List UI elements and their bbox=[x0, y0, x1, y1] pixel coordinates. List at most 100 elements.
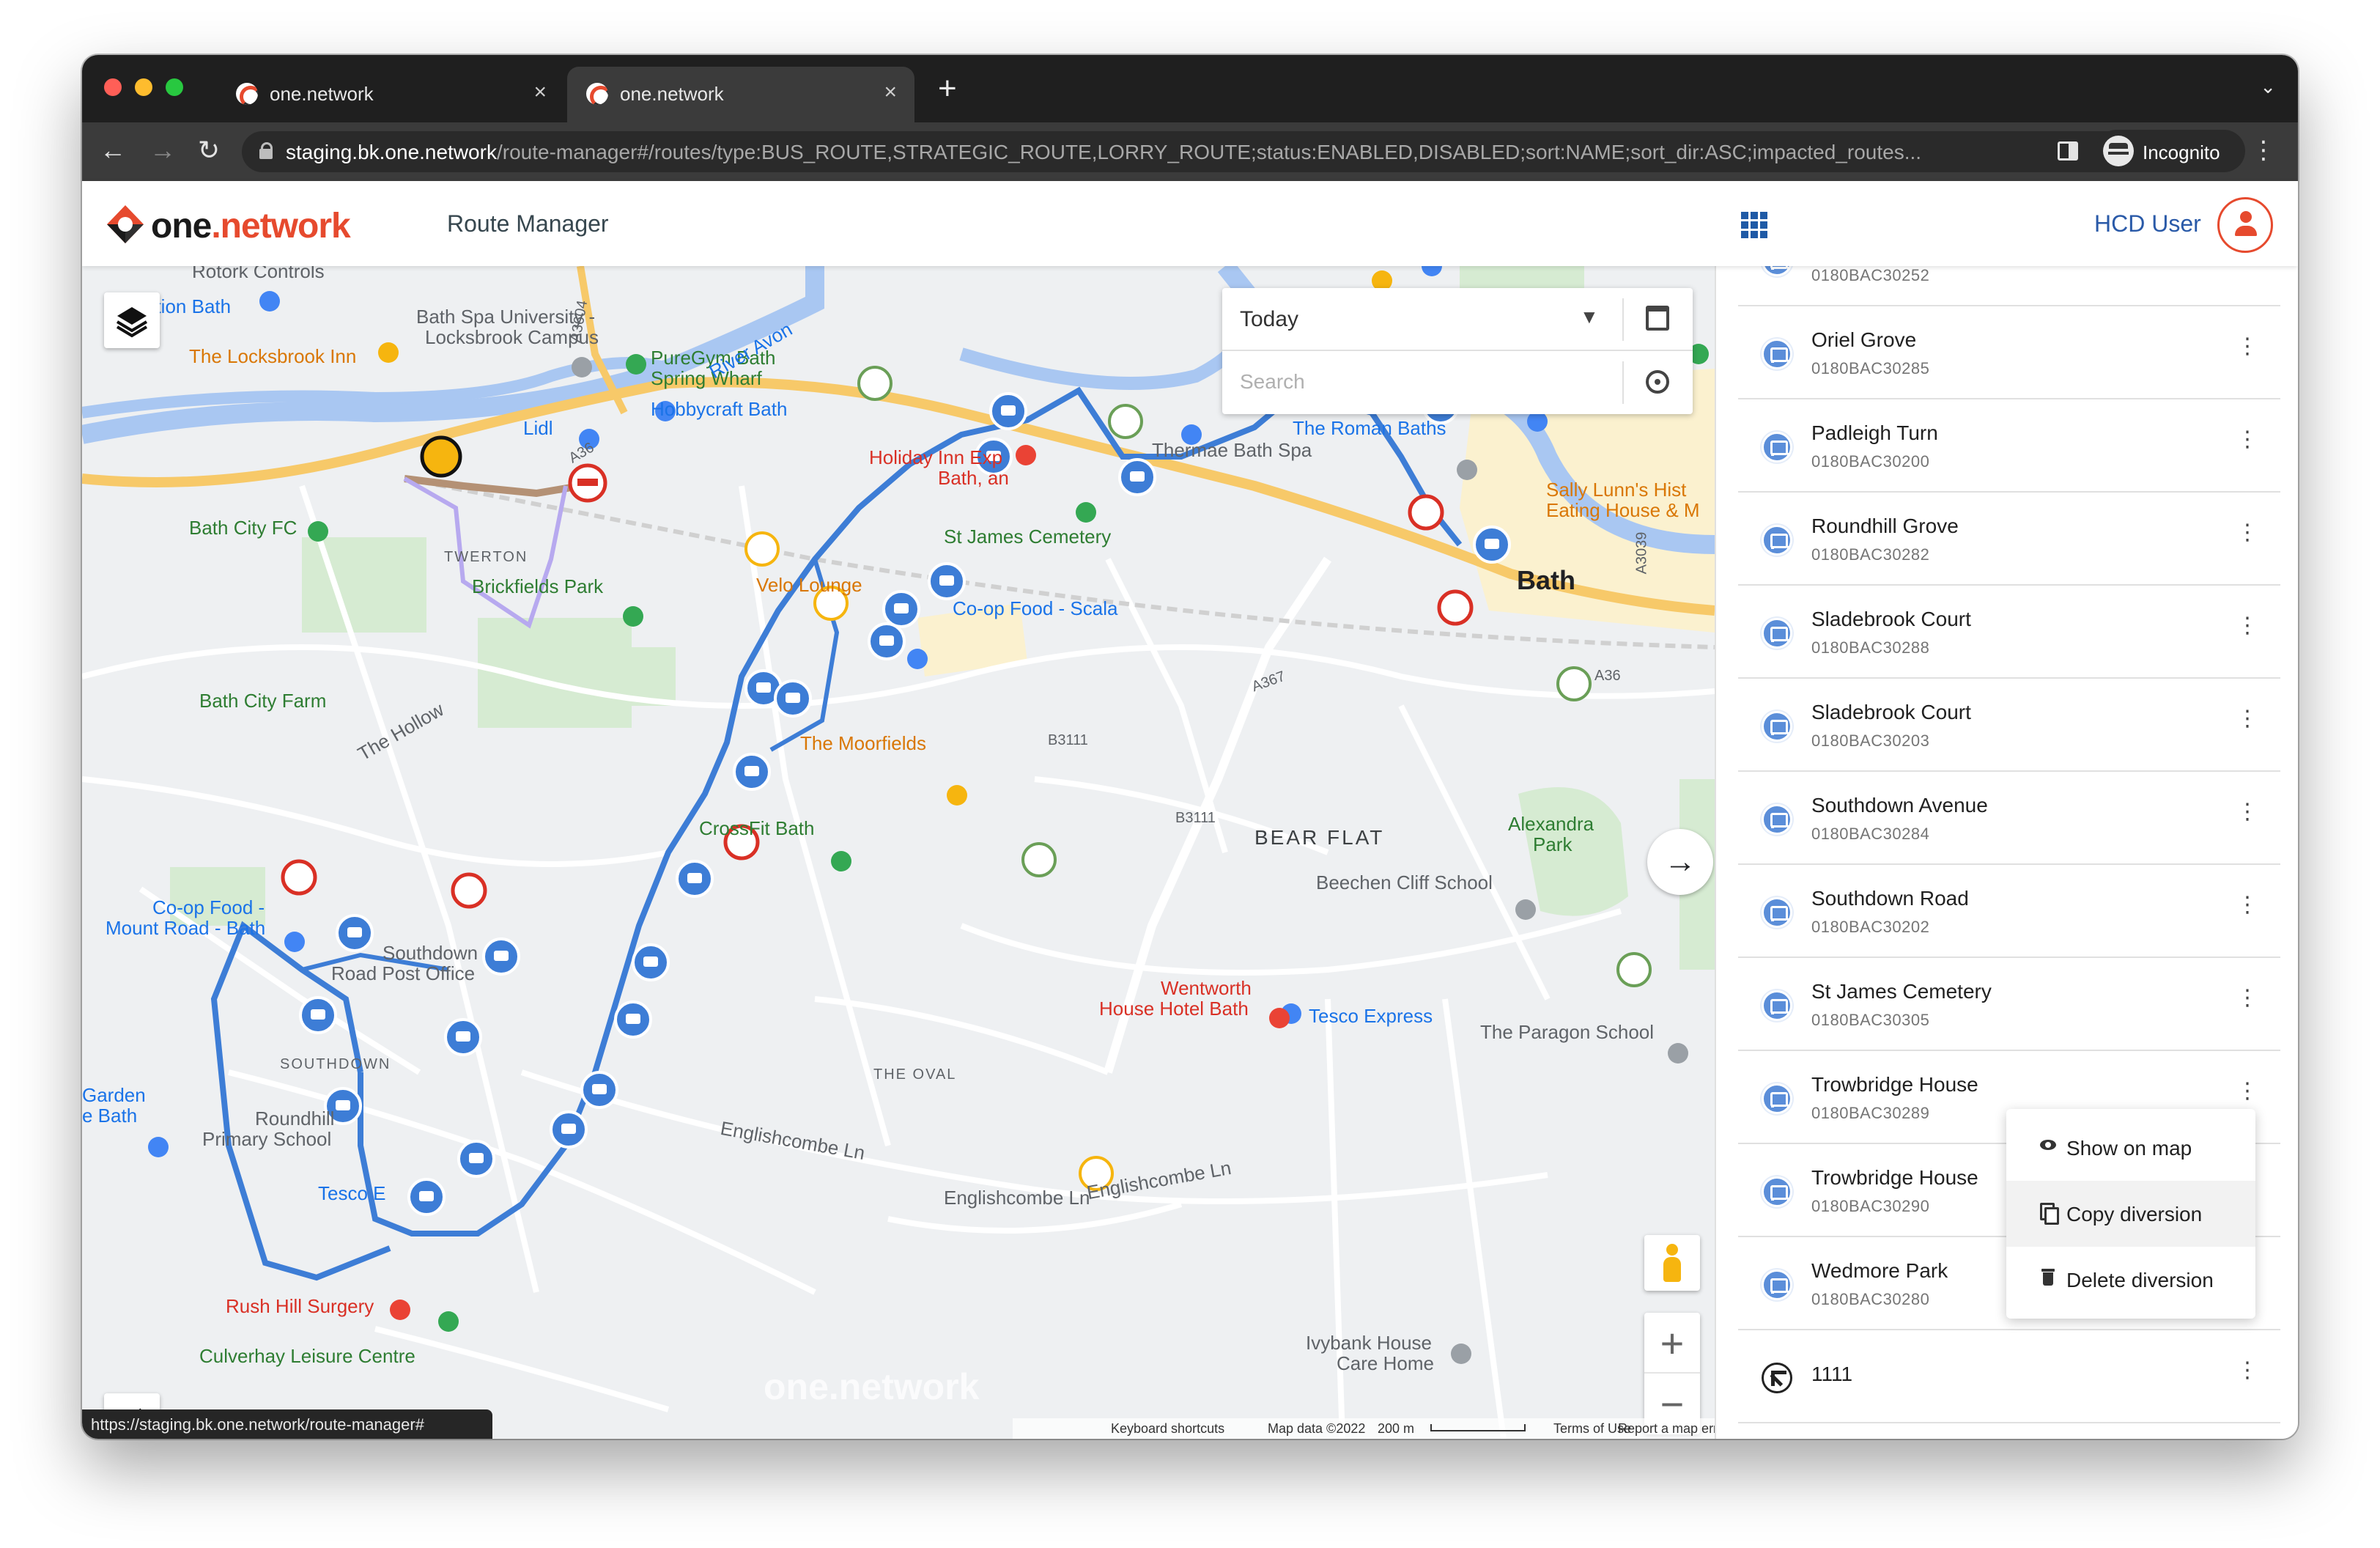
map-label: Bath, an bbox=[938, 467, 1009, 489]
date-search-panel: Today ▼ Search bbox=[1222, 288, 1693, 414]
route-list-item[interactable]: Southdown Avenue 0180BAC30284 ⋮ bbox=[1738, 772, 2280, 865]
link-status-bar: https://staging.bk.one.network/route-man… bbox=[82, 1409, 492, 1439]
logo-text-network: .network bbox=[211, 207, 350, 246]
bus-route-icon bbox=[1762, 711, 1792, 742]
locate-crosshair-icon[interactable] bbox=[1646, 370, 1669, 394]
dropdown-caret-icon[interactable]: ▼ bbox=[1580, 306, 1599, 328]
map-label: Bath bbox=[1517, 565, 1575, 595]
browser-menu-icon[interactable]: ⋮ bbox=[2251, 136, 2276, 165]
route-id: 0180BAC30203 bbox=[1811, 731, 1930, 750]
tab-close-icon[interactable]: × bbox=[533, 80, 547, 105]
expand-panel-button[interactable]: → bbox=[1647, 829, 1713, 895]
map-attribution-bar: Keyboard shortcuts Map data ©2022 200 m … bbox=[1013, 1418, 1715, 1439]
map-search-input[interactable]: Search bbox=[1240, 370, 1305, 394]
app-title[interactable]: Route Manager bbox=[447, 210, 609, 237]
bus-route-icon bbox=[1762, 1083, 1792, 1114]
bus-route-icon bbox=[1762, 804, 1792, 835]
delete-diversion-menu-item[interactable]: Delete diversion bbox=[2006, 1247, 2255, 1313]
tab-search-chevron-icon[interactable]: ⌄ bbox=[2260, 75, 2276, 98]
url-text[interactable]: staging.bk.one.network/route-manager#/ro… bbox=[286, 141, 1949, 164]
route-list-item[interactable]: Roundhill Grove 0180BAC30282 ⋮ bbox=[1738, 493, 2280, 586]
one-network-favicon-icon bbox=[236, 83, 258, 105]
zoom-in-button[interactable]: + bbox=[1644, 1313, 1700, 1374]
bus-route-icon bbox=[1762, 525, 1792, 556]
route-list-item[interactable]: 0180BAC30252⋮ bbox=[1738, 266, 2280, 306]
keyboard-shortcuts-link[interactable]: Keyboard shortcuts bbox=[1111, 1421, 1224, 1437]
route-list-item[interactable]: Oriel Grove 0180BAC30285 ⋮ bbox=[1738, 306, 2280, 399]
url-path: /route-manager#/routes/type:BUS_ROUTE,ST… bbox=[496, 141, 1922, 163]
side-panel-icon[interactable] bbox=[2058, 141, 2078, 161]
browser-tab-active[interactable]: one.network × bbox=[567, 67, 914, 122]
browser-window: one.network × one.network × + ⌄ ← → ↻ st… bbox=[82, 55, 2298, 1439]
route-list-item[interactable] bbox=[1738, 1423, 2280, 1439]
incognito-icon bbox=[2103, 136, 2134, 166]
minimize-window-button[interactable] bbox=[135, 78, 152, 96]
bus-route-icon bbox=[1762, 1269, 1792, 1300]
tab-strip: one.network × one.network × + ⌄ bbox=[82, 55, 2298, 122]
map-label: Mount Road - Bath bbox=[106, 917, 266, 939]
map-label: CrossFit Bath bbox=[699, 817, 815, 839]
map-label: Southdown bbox=[382, 942, 478, 964]
route-more-options-icon[interactable]: ⋮ bbox=[2236, 894, 2258, 916]
maximize-window-button[interactable] bbox=[166, 78, 183, 96]
map-label: THE OVAL bbox=[873, 1066, 957, 1083]
route-more-options-icon[interactable]: ⋮ bbox=[2236, 1080, 2258, 1102]
route-more-options-icon[interactable]: ⋮ bbox=[2236, 336, 2258, 358]
map-canvas[interactable]: Rotork Controls ation Bath Bath Spa Univ… bbox=[82, 266, 1715, 1439]
route-id: 0180BAC30289 bbox=[1811, 1104, 1930, 1122]
back-arrow-icon[interactable]: ← bbox=[100, 134, 126, 166]
map-label: The Moorfields bbox=[800, 732, 926, 754]
route-more-options-icon[interactable]: ⋮ bbox=[2236, 801, 2258, 823]
route-more-options-icon[interactable]: ⋮ bbox=[2236, 615, 2258, 637]
map-label: A3039 bbox=[1633, 531, 1650, 575]
reload-icon[interactable]: ↻ bbox=[198, 134, 220, 166]
forward-arrow-icon[interactable]: → bbox=[149, 134, 176, 166]
report-map-error-link[interactable]: Report a map error bbox=[1618, 1421, 1715, 1437]
map-label: Beechen Cliff School bbox=[1316, 871, 1493, 893]
route-id: 0180BAC30284 bbox=[1811, 825, 1930, 843]
tab-close-icon[interactable]: × bbox=[884, 80, 897, 105]
new-tab-button[interactable]: + bbox=[938, 73, 957, 105]
route-more-options-icon[interactable]: ⋮ bbox=[2236, 708, 2258, 730]
route-list-item[interactable]: Sladebrook Court 0180BAC30203 ⋮ bbox=[1738, 679, 2280, 772]
route-more-options-icon[interactable]: ⋮ bbox=[2236, 522, 2258, 544]
incognito-badge[interactable]: Incognito bbox=[2096, 130, 2245, 172]
map-label: Thermae Bath Spa bbox=[1152, 439, 1312, 461]
route-more-options-icon[interactable]: ⋮ bbox=[2236, 987, 2258, 1009]
map-label: Tesco E bbox=[318, 1182, 386, 1204]
map-layers-button[interactable] bbox=[104, 292, 160, 348]
map-label: Ivybank House bbox=[1306, 1332, 1432, 1354]
lock-icon bbox=[259, 142, 273, 159]
apps-grid-icon[interactable] bbox=[1741, 212, 1767, 238]
map-label: Eating House & M bbox=[1546, 499, 1700, 521]
route-more-options-icon[interactable]: ⋮ bbox=[2236, 1360, 2258, 1382]
close-window-button[interactable] bbox=[104, 78, 122, 96]
route-list-item[interactable]: 1111 ⋮ bbox=[1738, 1330, 2280, 1423]
logo-text-one: one bbox=[151, 207, 212, 246]
map-label: Wentworth bbox=[1161, 977, 1252, 999]
route-list-item[interactable]: Padleigh Turn 0180BAC30200 ⋮ bbox=[1738, 399, 2280, 493]
route-list-item[interactable]: Sladebrook Court 0180BAC30288 ⋮ bbox=[1738, 586, 2280, 679]
address-bar[interactable]: staging.bk.one.network/route-manager#/ro… bbox=[242, 131, 2141, 172]
street-view-pegman-icon[interactable] bbox=[1644, 1235, 1700, 1291]
route-id: 0180BAC30200 bbox=[1811, 452, 1930, 471]
route-more-options-icon[interactable]: ⋮ bbox=[2236, 429, 2258, 451]
route-list-item[interactable]: Southdown Road 0180BAC30202 ⋮ bbox=[1738, 865, 2280, 958]
zoom-controls: + − bbox=[1644, 1313, 1700, 1434]
route-name: Oriel Grove bbox=[1811, 328, 1917, 351]
user-avatar-icon[interactable] bbox=[2217, 197, 2273, 253]
calendar-icon[interactable] bbox=[1646, 306, 1669, 331]
date-select-row: Today ▼ bbox=[1222, 288, 1693, 351]
route-id: 0180BAC30285 bbox=[1811, 359, 1930, 377]
copy-diversion-menu-item[interactable]: Copy diversion bbox=[2006, 1181, 2255, 1247]
bus-route-icon bbox=[1762, 618, 1792, 649]
map-data-text: Map data ©2022 bbox=[1268, 1421, 1366, 1436]
route-name: Trowbridge House bbox=[1811, 1166, 1978, 1189]
route-name: Trowbridge House bbox=[1811, 1073, 1978, 1096]
route-name: Wedmore Park bbox=[1811, 1259, 1948, 1282]
date-select[interactable]: Today bbox=[1240, 307, 1298, 332]
show-on-map-menu-item[interactable]: Show on map bbox=[2006, 1115, 2255, 1181]
route-list-item[interactable]: St James Cemetery 0180BAC30305 ⋮ bbox=[1738, 958, 2280, 1051]
browser-tab[interactable]: one.network × bbox=[217, 67, 564, 122]
user-name[interactable]: HCD User bbox=[2094, 210, 2201, 237]
